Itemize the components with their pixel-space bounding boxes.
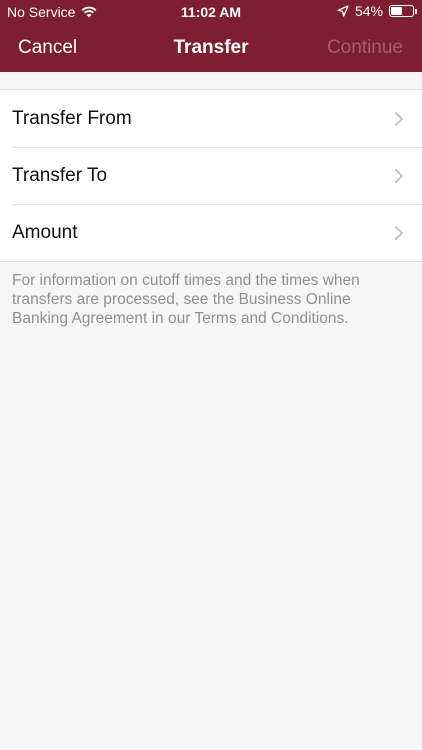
continue-button[interactable]: Continue: [327, 37, 403, 59]
battery-percent: 54%: [354, 3, 383, 19]
status-bar: No Service 11:02 AM 54%: [0, 0, 422, 24]
battery-cap: [415, 9, 417, 14]
cutoff-info-text: For information on cutoff times and the …: [12, 272, 360, 327]
chevron-right-icon: [395, 112, 403, 126]
transfer-from-row[interactable]: Transfer From: [0, 90, 422, 147]
app-header: No Service 11:02 AM 54% Cancel Transfer …: [0, 0, 422, 72]
transfer-to-row[interactable]: Transfer To: [0, 147, 422, 204]
amount-label: Amount: [12, 221, 78, 243]
location-arrow-icon: [337, 5, 349, 17]
transfer-form: Transfer From Transfer To Amount For inf…: [0, 72, 422, 328]
transfer-to-label: Transfer To: [12, 164, 108, 186]
transfer-options-list: Transfer From Transfer To Amount: [0, 89, 422, 262]
battery-icon: [389, 5, 417, 17]
transfer-from-label: Transfer From: [12, 107, 132, 129]
battery-level-fill: [391, 7, 403, 15]
chevron-right-icon: [395, 169, 403, 183]
navigation-bar: Cancel Transfer Continue: [0, 24, 422, 72]
amount-row[interactable]: Amount: [0, 204, 422, 261]
chevron-right-icon: [395, 226, 403, 240]
status-right: 54%: [337, 3, 417, 19]
